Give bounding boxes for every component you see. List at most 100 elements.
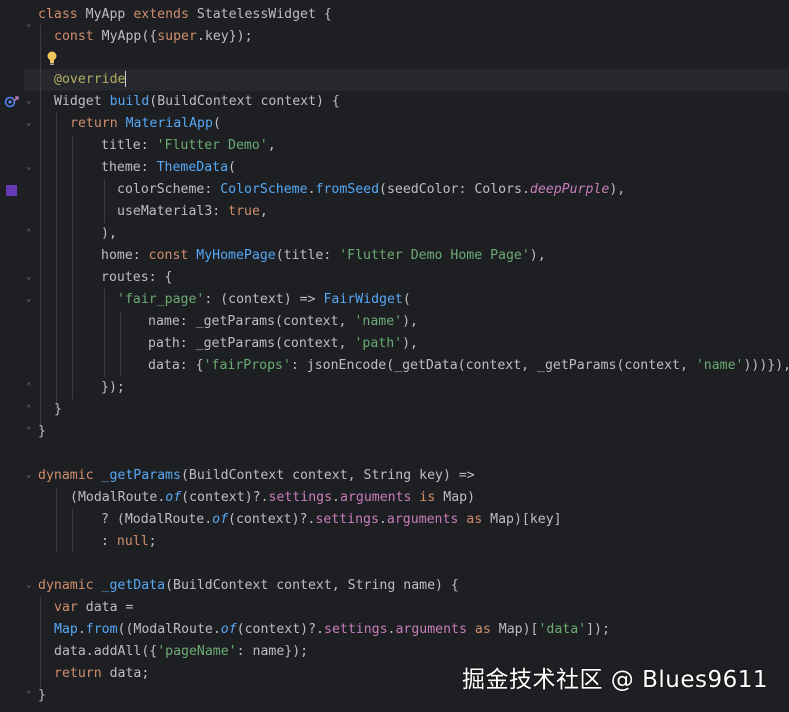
code-text: data.addAll({ [54,644,158,659]
static-field: deepPurple [529,182,610,197]
fold-marker-icon[interactable]: ⌄ [26,581,34,590]
override-method-icon[interactable] [4,95,20,109]
indent-guide [104,289,105,377]
code-line[interactable]: class MyApp extends StatelessWidget { [38,4,332,26]
indent-guide [40,25,41,431]
code-line[interactable]: } [54,399,62,421]
fold-marker-icon[interactable]: ⌄ [26,471,34,480]
string-literal: 'path' [354,336,403,351]
code-line[interactable]: Widget build(BuildContext context) { [54,91,340,113]
code-line[interactable]: return data; [54,663,149,685]
code-line[interactable]: useMaterial3: true, [117,201,268,223]
code-line[interactable]: 'fair_page': (context) => FairWidget( [117,289,411,311]
code-text: : jsonEncode(_getData(context, _getParam… [290,358,696,373]
fold-marker-icon[interactable]: ⌄ [26,119,34,128]
keyword: is [419,490,436,505]
code-line[interactable]: ), [101,223,117,245]
code-text: name: _getParams(context, [148,314,355,329]
code-text: (BuildContext context, String key) => [180,468,475,483]
indent-guide [104,179,105,223]
code-text: data; [101,666,150,681]
code-line[interactable]: dynamic _getParams(BuildContext context,… [38,465,475,487]
code-line[interactable]: Map.from((ModalRoute.of(context)?.settin… [54,619,610,641]
fold-marker-icon[interactable]: ⌃ [26,405,34,414]
code-line[interactable]: dynamic _getData(BuildContext context, S… [38,575,459,597]
code-line[interactable]: return MaterialApp( [70,113,221,135]
fold-marker-icon[interactable]: ⌃ [26,383,34,392]
code-text: . [332,490,340,505]
property: settings [324,622,388,637]
fold-marker-icon[interactable]: ⌃ [26,427,34,436]
method-name: of [212,512,229,527]
fold-marker-icon[interactable]: ⌄ [26,163,34,172]
code-line[interactable]: } [38,421,46,443]
current-line-highlight [24,69,789,91]
watermark: 掘金技术社区 @ Blues9611 [462,667,769,693]
code-line[interactable]: : null; [101,531,157,553]
code-text: .key}); [196,29,253,44]
code-text: (context)?. [236,622,324,637]
fold-marker-icon[interactable]: ⌄ [26,97,34,106]
class-call: MaterialApp [125,116,213,131]
code-text: } [54,402,62,417]
code-line[interactable]: @override [54,69,127,91]
indent-guide [120,311,121,377]
string-literal: 'Flutter Demo' [156,138,268,153]
code-text: (context)?. [181,490,269,505]
code-line[interactable]: routes: { [101,267,172,289]
code-line[interactable]: data.addAll({'pageName': name}); [54,641,308,663]
code-text: . [77,622,86,637]
color-swatch-icon[interactable] [6,185,17,196]
code-line[interactable]: } [38,685,46,707]
code-text: ), [402,314,418,329]
code-text: Map)[ [498,622,539,637]
keyword: class [38,7,78,22]
keyword: true [228,204,260,219]
code-line[interactable]: var data = [54,597,133,619]
code-text: : (context) => [204,292,324,307]
code-text: routes: { [101,270,173,285]
code-line[interactable]: theme: ThemeData( [101,157,236,179]
code-line[interactable]: }); [101,377,125,399]
class-name: StatelessWidget [196,7,316,22]
code-text: . [378,512,387,527]
keyword: return [70,116,118,131]
param-name: theme: [101,160,157,175]
code-line[interactable]: (ModalRoute.of(context)?.settings.argume… [70,487,475,509]
editor-gutter[interactable] [0,0,24,712]
code-text: , [259,204,268,219]
param-name: colorScheme: [117,182,221,197]
property: arguments [340,490,412,505]
method-name: of [220,622,237,637]
indent-guide [56,487,57,553]
fold-marker-icon[interactable]: ⌃ [26,691,34,700]
code-text: . [307,182,316,197]
fold-marker-icon[interactable]: ⌄ [26,20,34,29]
method-name: build [109,94,150,109]
lightbulb-icon[interactable] [46,50,58,66]
annotation: @override [54,72,126,87]
fold-marker-icon[interactable]: ⌄ [26,295,34,304]
code-line[interactable]: name: _getParams(context, 'name'), [148,311,418,333]
fold-marker-icon[interactable]: ⌃ [26,229,34,238]
keyword: as [466,512,483,527]
code-line[interactable]: ? (ModalRoute.of(context)?.settings.argu… [101,509,562,531]
code-text: (seedColor: Colors. [379,182,530,197]
class-call: ThemeData [156,160,229,175]
brace: { [323,7,332,22]
code-line[interactable]: const MyApp({super.key}); [54,26,253,48]
code-line[interactable]: home: const MyHomePage(title: 'Flutter D… [101,245,546,267]
code-text: } [38,688,46,703]
code-line[interactable]: path: _getParams(context, 'path'), [148,333,418,355]
class-call: MyHomePage [196,248,276,263]
code-line[interactable]: colorScheme: ColorScheme.fromSeed(seedCo… [117,179,625,201]
method-name: fromSeed [315,182,380,197]
code-text: (context)?. [228,512,316,527]
code-text: ( [228,160,236,175]
fold-marker-icon[interactable]: ⌄ [26,273,34,282]
code-line[interactable]: data: {'fairProps': jsonEncode(_getData(… [148,355,789,377]
code-line[interactable]: title: 'Flutter Demo', [101,135,276,157]
code-editor[interactable]: ⌄ ⌄ ⌄ ⌄ ⌃ ⌄ ⌄ ⌃ ⌃ ⌃ ⌄ ⌄ ⌃ class MyApp ex… [0,0,789,712]
class-name: Map [54,622,78,637]
code-text: Map) [443,490,476,505]
